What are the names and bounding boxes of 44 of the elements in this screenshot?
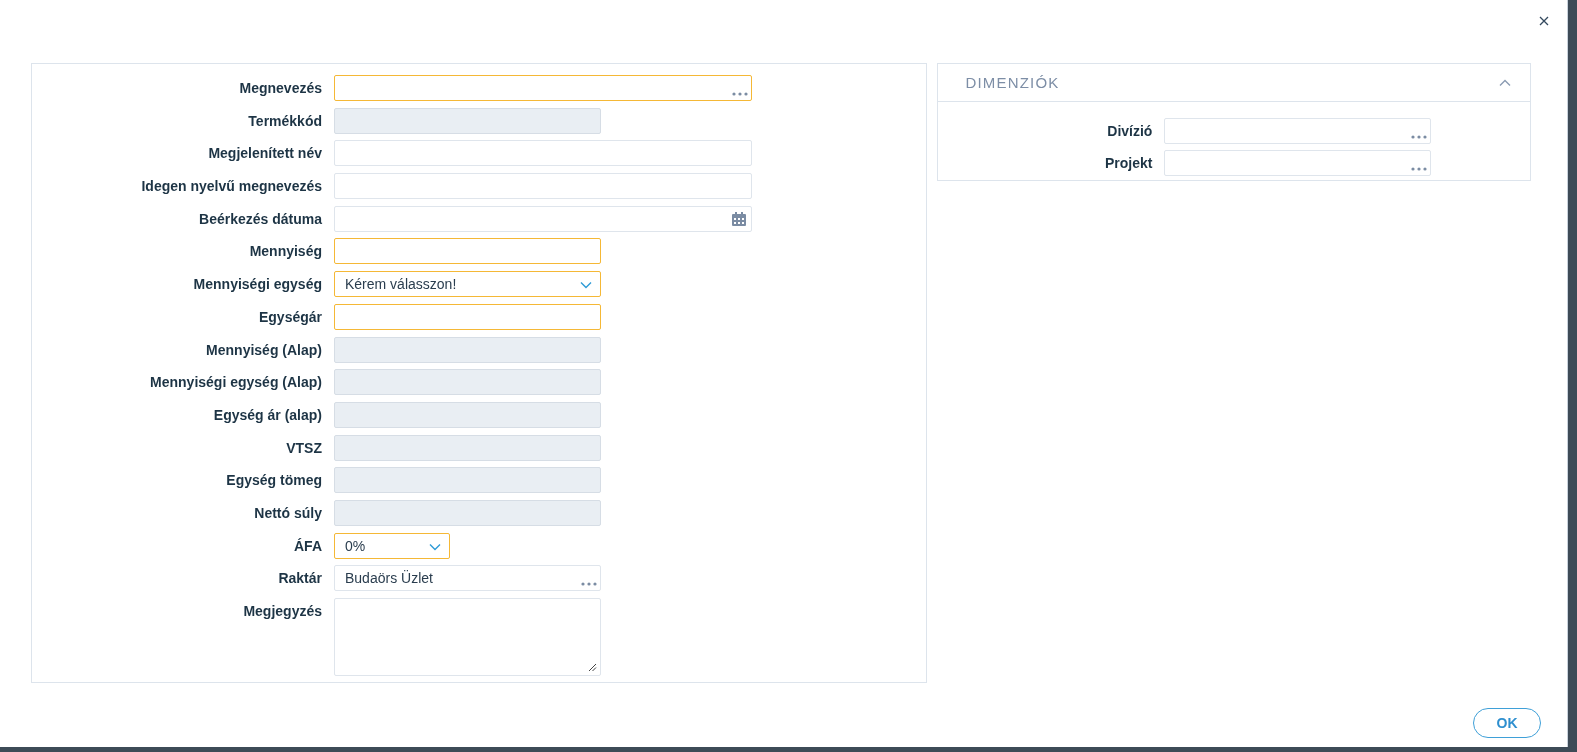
field-label: Megjelenített név — [207, 144, 322, 164]
field-label: Idegen nyelvű megnevezés — [140, 177, 322, 197]
text-field[interactable] — [334, 140, 752, 167]
ok-button[interactable]: OK — [1473, 708, 1541, 738]
lookup-field[interactable] — [1164, 118, 1432, 144]
field-label: Termékkód — [247, 111, 322, 131]
text-field[interactable] — [334, 173, 752, 200]
dropdown-field[interactable]: Kérem válasszon! — [334, 271, 601, 298]
close-icon — [1539, 16, 1549, 26]
lookup-field[interactable] — [1164, 150, 1432, 176]
field-label: Mennyiség (Alap) — [205, 340, 322, 360]
chevron-down-icon — [580, 281, 592, 290]
field-label: Raktár — [277, 569, 322, 589]
more-icon[interactable] — [1411, 135, 1428, 139]
chevron-down-icon — [429, 542, 441, 551]
more-icon[interactable] — [732, 92, 748, 96]
close-button[interactable] — [1537, 14, 1551, 28]
lookup-field[interactable]: Budaörs Üzlet — [334, 565, 601, 592]
field-label: Nettó súly — [253, 503, 322, 523]
field-label: Mennyiségi egység (Alap) — [149, 373, 322, 393]
text-field[interactable] — [334, 303, 601, 330]
field-label: Megnevezés — [238, 79, 322, 98]
text-field[interactable] — [334, 238, 601, 265]
calendar-icon[interactable] — [731, 211, 747, 227]
chevron-up-icon — [1499, 78, 1511, 87]
section-title: DIMENZIÓK — [965, 74, 1060, 91]
date-field[interactable] — [334, 205, 752, 232]
field-label: Megjegyzés — [242, 602, 322, 621]
field-label: Divízió — [1106, 122, 1153, 141]
textarea-field[interactable] — [334, 598, 601, 676]
field-label: Beérkezés dátuma — [198, 209, 322, 229]
field-label: VTSZ — [285, 438, 322, 458]
more-icon[interactable] — [1411, 167, 1428, 171]
field-label: Egység tömeg — [225, 471, 322, 491]
dropdown-field[interactable]: 0% — [334, 532, 450, 559]
field-label: Projekt — [1103, 154, 1153, 173]
more-icon[interactable] — [581, 582, 597, 587]
lookup-field[interactable] — [334, 75, 752, 101]
field-label: Mennyiségi egység — [192, 275, 322, 295]
field-label: Egységár — [257, 307, 322, 327]
field-label: Mennyiség — [248, 242, 322, 262]
field-label: Egység ár (alap) — [212, 405, 322, 425]
resize-grip-icon[interactable] — [588, 663, 597, 672]
field-label: ÁFA — [293, 536, 322, 556]
